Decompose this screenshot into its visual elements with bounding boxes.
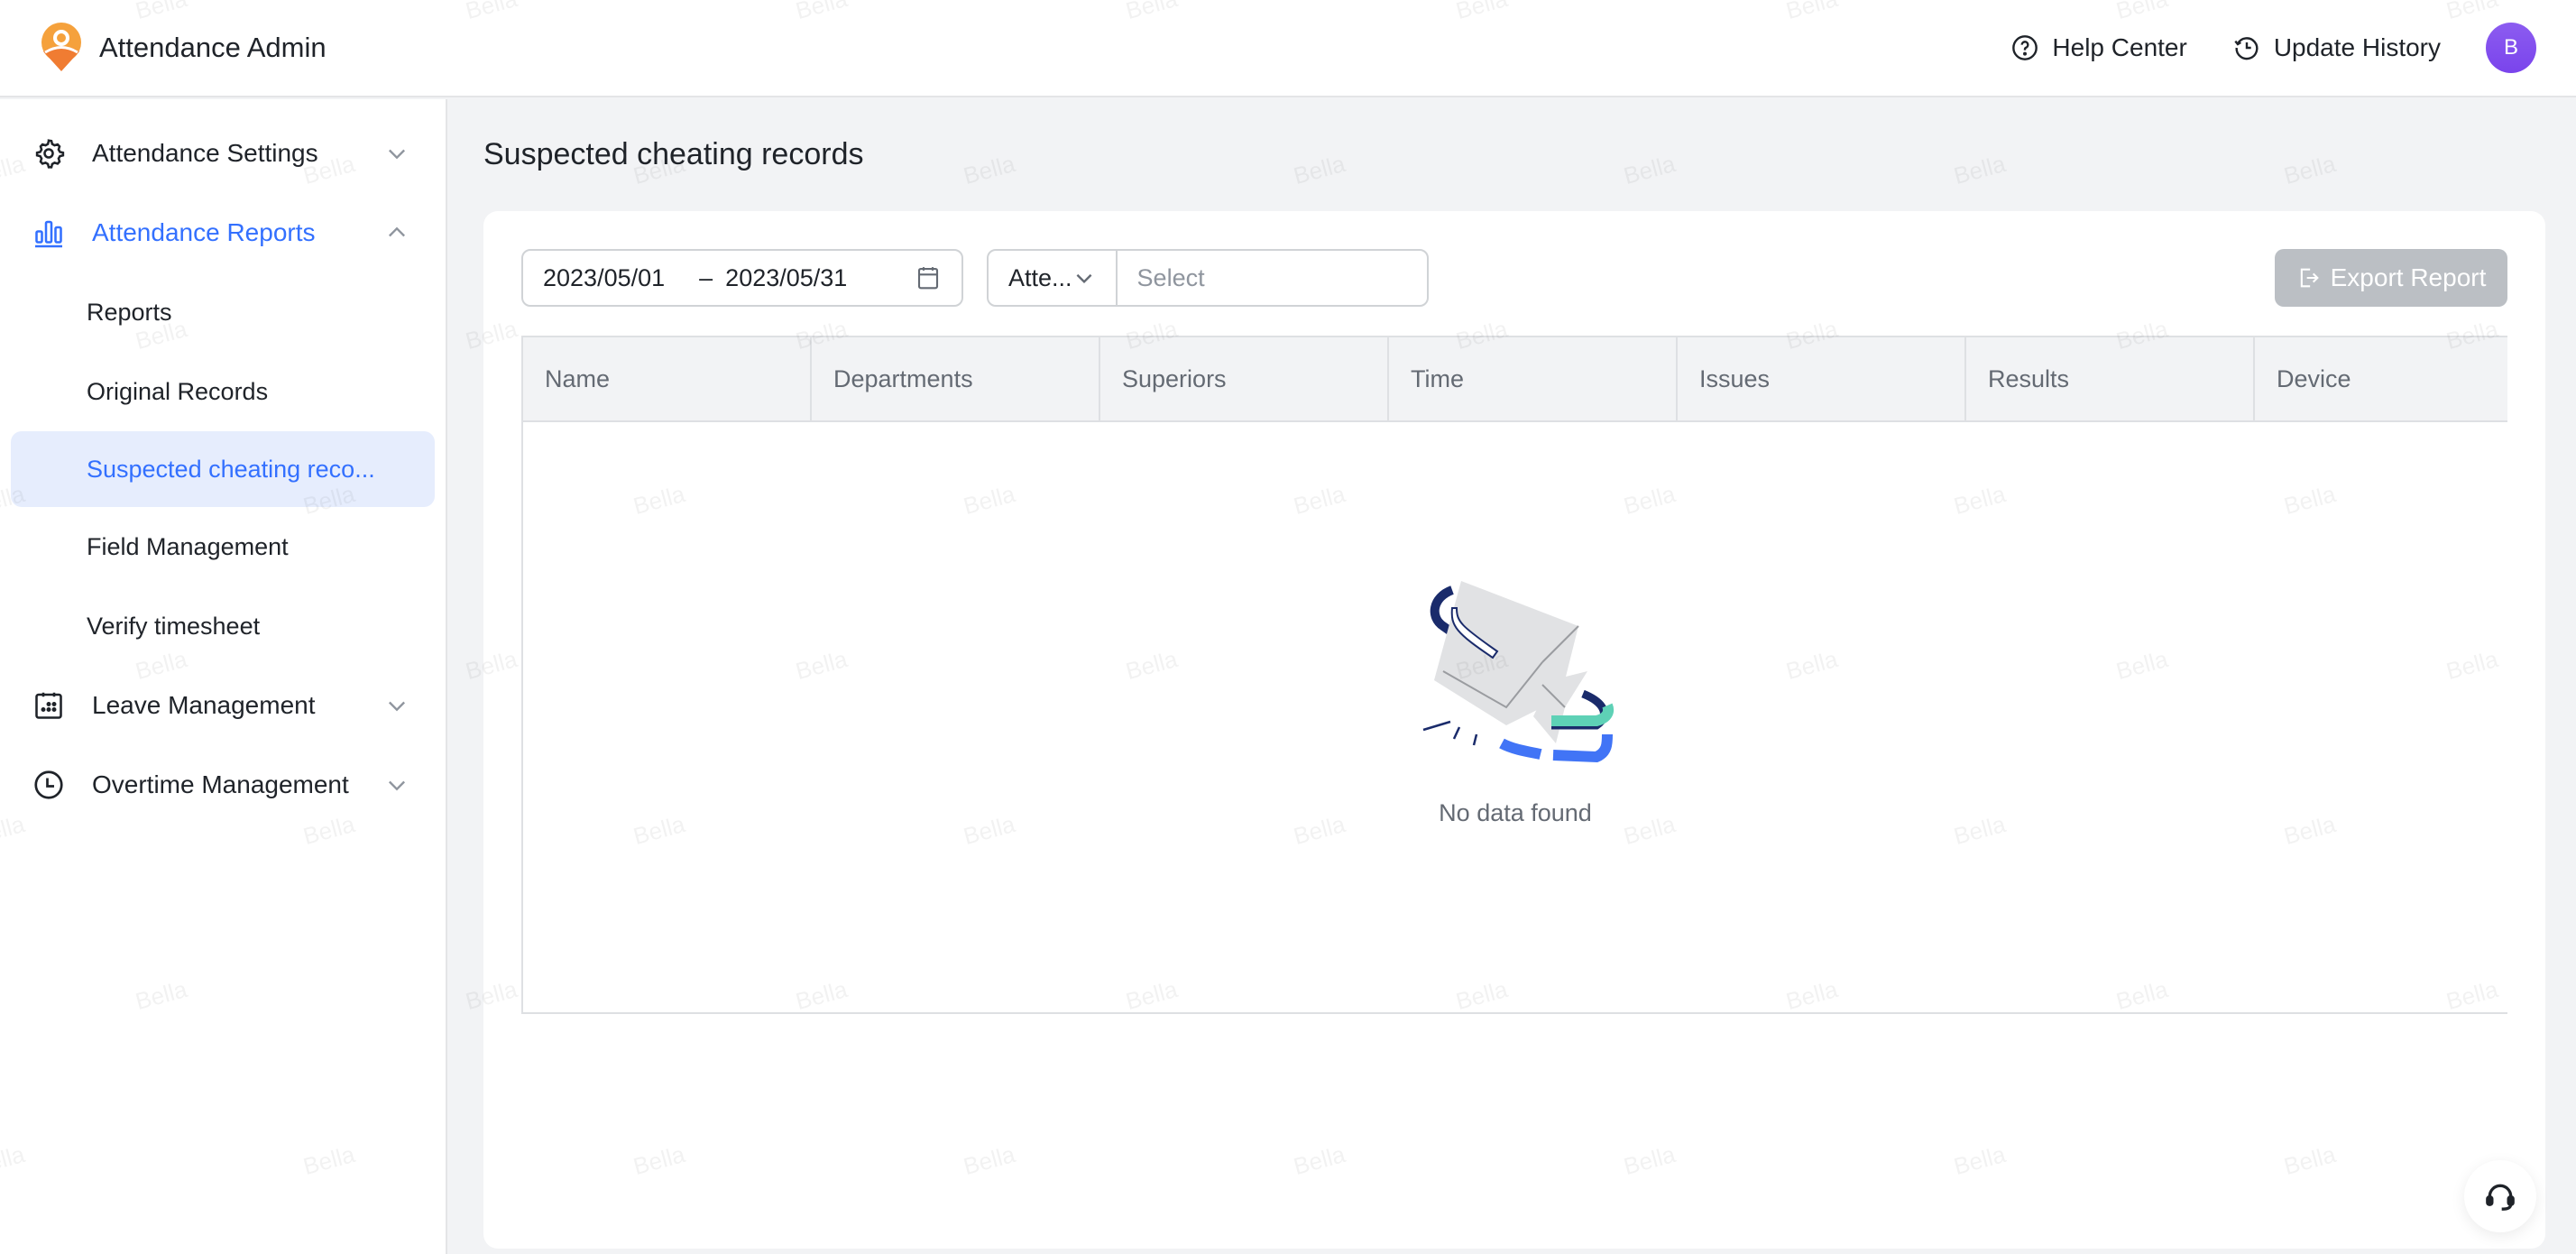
filter-type-value: Atte... [1008, 263, 1072, 291]
watermark-text: Bella [2280, 150, 2339, 189]
app-title: Attendance Admin [99, 32, 327, 63]
column-header-superiors[interactable]: Superiors [1100, 337, 1389, 420]
watermark-text: Bella [1950, 150, 2009, 189]
sidebar-group-attendance-reports[interactable]: Attendance Reports [0, 193, 446, 272]
sidebar-group-label: Attendance Reports [92, 218, 316, 246]
customer-support-button[interactable] [2464, 1160, 2536, 1232]
sidebar: Attendance Settings Attendance Reports R… [0, 99, 447, 1254]
date-range-picker[interactable]: 2023/05/01 – 2023/05/31 [521, 249, 963, 307]
sidebar-item-field-management[interactable]: Field Management [11, 507, 435, 586]
date-start: 2023/05/01 [543, 263, 666, 291]
chevron-down-icon [389, 780, 405, 791]
filter-combo: Atte... [987, 249, 1477, 307]
records-card: 2023/05/01 – 2023/05/31 Atte... Export R… [483, 211, 2545, 1249]
date-separator: – [699, 263, 713, 291]
brand: Attendance Admin [40, 23, 327, 73]
column-header-departments[interactable]: Departments [812, 337, 1100, 420]
column-header-issues[interactable]: Issues [1678, 337, 1966, 420]
export-report-label: Export Report [2330, 263, 2487, 291]
table-header: Name Departments Superiors Time Issues R… [523, 337, 2507, 422]
gear-icon [32, 137, 65, 170]
column-header-time[interactable]: Time [1389, 337, 1678, 420]
help-center-link[interactable]: Help Center [2010, 33, 2187, 62]
update-history-link[interactable]: Update History [2232, 33, 2441, 62]
sidebar-group-leave-management[interactable]: Leave Management [0, 666, 446, 745]
empty-state: No data found [523, 572, 2507, 827]
sidebar-group-attendance-settings[interactable]: Attendance Settings [0, 114, 446, 193]
bar-chart-icon [32, 217, 65, 249]
question-circle-icon [2012, 35, 2038, 60]
clock-icon [32, 769, 65, 801]
filter-bar: 2023/05/01 – 2023/05/31 Atte... [521, 249, 1477, 307]
sidebar-item-label: Verify timesheet [87, 612, 261, 640]
sidebar-item-label: Suspected cheating reco... [87, 455, 375, 483]
filter-value-input[interactable] [1117, 251, 1477, 305]
export-icon [2300, 268, 2319, 288]
page-title: Suspected cheating records [483, 137, 864, 171]
chevron-down-icon [389, 701, 405, 712]
chevron-up-icon [389, 226, 405, 237]
sidebar-item-original-records[interactable]: Original Records [11, 352, 435, 431]
sidebar-group-overtime-management[interactable]: Overtime Management [0, 745, 446, 825]
top-bar: Attendance Admin Help Center Update Hist… [0, 0, 2576, 97]
column-header-name[interactable]: Name [523, 337, 812, 420]
help-center-label: Help Center [2052, 33, 2187, 61]
headset-icon [2486, 1184, 2515, 1211]
update-history-label: Update History [2273, 33, 2441, 61]
chevron-down-icon [389, 149, 405, 160]
records-table: Name Departments Superiors Time Issues R… [521, 336, 2507, 1014]
watermark-text: Bella [1620, 150, 1679, 189]
watermark-text: Bella [1290, 150, 1348, 189]
sidebar-item-verify-timesheet[interactable]: Verify timesheet [11, 586, 435, 666]
column-header-device[interactable]: Device [2255, 337, 2507, 420]
chevron-down-icon [1076, 273, 1091, 284]
location-person-logo-icon [41, 23, 81, 71]
sidebar-item-label: Original Records [87, 377, 269, 405]
empty-box-illustration-icon [1422, 581, 1615, 763]
sidebar-group-label: Attendance Settings [92, 139, 318, 167]
sidebar-item-suspected-cheating-records[interactable]: Suspected cheating reco... [11, 431, 435, 507]
sidebar-group-label: Leave Management [92, 691, 316, 719]
empty-state-text: No data found [1439, 799, 1592, 826]
user-avatar[interactable]: B [2486, 23, 2536, 73]
calendar-icon [917, 267, 939, 290]
watermark-text: Bella [960, 150, 1018, 189]
history-icon [2234, 37, 2259, 60]
sidebar-item-reports[interactable]: Reports [11, 272, 435, 352]
calendar-icon [32, 689, 65, 722]
sidebar-item-label: Reports [87, 298, 172, 326]
sidebar-item-label: Field Management [87, 532, 289, 560]
export-report-button[interactable]: Export Report [2275, 249, 2507, 307]
date-end: 2023/05/31 [725, 263, 848, 291]
column-header-results[interactable]: Results [1966, 337, 2255, 420]
filter-type-select[interactable]: Atte... [989, 251, 1118, 305]
sidebar-group-label: Overtime Management [92, 770, 349, 798]
